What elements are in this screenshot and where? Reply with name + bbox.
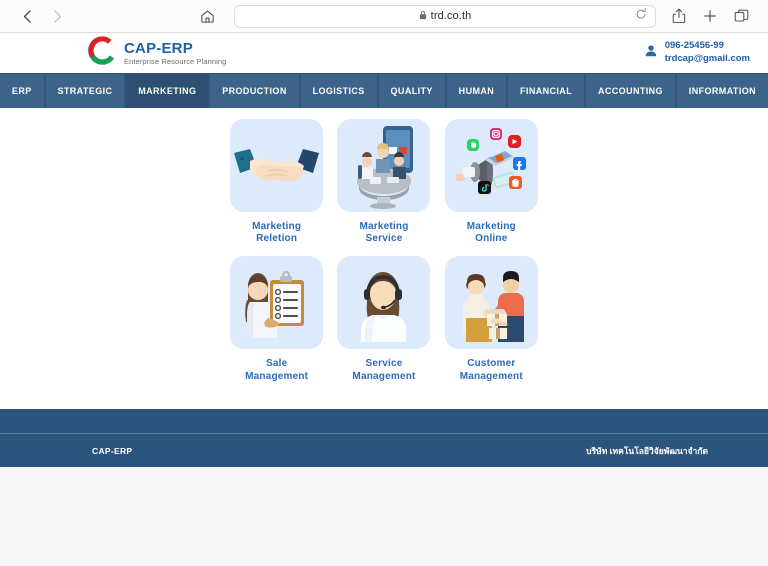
card-tile [337, 256, 431, 350]
web-page: CAP-ERP Enterprise Resource Planning 096… [0, 33, 768, 566]
main-navigation: ERP STRATEGIC MARKETING PRODUCTION LOGIS… [0, 73, 768, 108]
footer-company-name: บริษัท เทคโนโลยีวิจัยพัฒนาจำกัด [586, 445, 708, 456]
address-bar[interactable]: trd.co.th [234, 4, 656, 28]
card-label-line1: Marketing [359, 221, 409, 232]
cap-erp-logo-icon [88, 36, 117, 70]
contact-info: 096-25456-99 trdcap@gmail.com [644, 40, 750, 66]
megaphone-social-icon [444, 119, 538, 212]
footer-brand: CAP-ERP [92, 445, 133, 456]
brand-logo[interactable]: CAP-ERP Enterprise Resource Planning [88, 36, 226, 70]
brand-title: CAP-ERP [124, 39, 193, 57]
card-tile [337, 119, 431, 212]
card-label-line1: Service [365, 358, 403, 370]
card-tile [444, 256, 538, 350]
share-icon[interactable] [666, 8, 692, 24]
home-icon[interactable] [190, 9, 224, 24]
nav-item-strategic[interactable]: STRATEGIC [46, 74, 127, 108]
nav-item-logistics[interactable]: LOGISTICS [301, 74, 379, 108]
card-label-line2: Management [245, 370, 309, 382]
nav-item-erp[interactable]: ERP [0, 74, 46, 108]
tiktok-icon [477, 181, 491, 194]
address-bar-content: trd.co.th [419, 7, 472, 25]
card-service-management[interactable]: Service Management [336, 256, 431, 382]
card-customer-management[interactable]: Customer Management [444, 256, 539, 382]
card-label-line2: Management [352, 370, 416, 382]
card-label-line2: Reletion [256, 233, 298, 245]
card-label-line1: Sale [265, 358, 288, 370]
nav-item-quality[interactable]: QUALITY [379, 74, 447, 108]
card-label: Customer Management [460, 358, 523, 382]
brand-text: CAP-ERP Enterprise Resource Planning [124, 41, 226, 66]
card-label: Service Management [352, 358, 415, 382]
card-tile [230, 119, 324, 212]
lock-icon [419, 7, 427, 25]
nav-item-accounting[interactable]: ACCOUNTING [586, 74, 677, 108]
new-tab-button[interactable] [697, 9, 723, 23]
card-marketing-service[interactable]: Marketing Service [336, 119, 431, 245]
toolbar-right-icons [666, 8, 754, 24]
clipboard-checklist-icon [230, 256, 324, 350]
card-label-line2: Online [475, 233, 508, 245]
meeting-table-icon [337, 119, 431, 212]
site-header: CAP-ERP Enterprise Resource Planning 096… [0, 33, 768, 73]
module-grid: Marketing Reletion Marketing Service Mar… [229, 119, 539, 383]
nav-item-human[interactable]: HUMAN [447, 74, 509, 108]
address-bar-url: trd.co.th [430, 10, 472, 22]
card-marketing-reletion[interactable]: Marketing Reletion [229, 119, 324, 245]
nav-item-financial[interactable]: FINANCIAL [508, 74, 587, 108]
card-label-line1: Marketing [252, 221, 302, 232]
nav-item-marketing[interactable]: MARKETING [126, 74, 211, 108]
tabs-overview-button[interactable] [728, 9, 754, 24]
card-label: Sale Management [245, 358, 308, 382]
nav-item-production[interactable]: PRODUCTION [210, 74, 301, 108]
card-label-line2: Management [459, 370, 523, 382]
customer-handshake-icon [444, 256, 538, 350]
card-sale-management[interactable]: Sale Management [229, 256, 324, 382]
page-background-area [0, 467, 768, 566]
user-contact-icon [644, 44, 658, 63]
back-button[interactable] [12, 9, 42, 24]
card-tile [444, 119, 538, 212]
contact-lines: 096-25456-99 trdcap@gmail.com [665, 40, 750, 66]
footer-bar: CAP-ERP บริษัท เทคโนโลยีวิจัยพัฒนาจำกัด [0, 433, 768, 467]
main-content: Marketing Reletion Marketing Service Mar… [0, 108, 768, 409]
instagram-icon [489, 128, 502, 140]
card-label: Marketing Reletion [252, 221, 301, 245]
handshake-icon [230, 119, 324, 212]
card-label: Marketing Service [359, 221, 408, 245]
forward-button[interactable] [42, 9, 72, 24]
card-marketing-online[interactable]: Marketing Online [444, 119, 539, 245]
footer-upper-band [0, 409, 768, 433]
contact-email[interactable]: trdcap@gmail.com [665, 53, 750, 66]
brand-subtitle: Enterprise Resource Planning [124, 56, 227, 66]
card-tile [230, 256, 324, 350]
card-label-line2: Service [365, 233, 403, 245]
nav-item-information[interactable]: INFORMATION [677, 74, 768, 108]
reload-icon[interactable] [635, 7, 647, 25]
card-label-line1: Customer [467, 358, 516, 370]
browser-toolbar: trd.co.th [0, 0, 768, 33]
card-label-line1: Marketing [466, 221, 516, 232]
headset-agent-icon [337, 256, 431, 350]
contact-phone[interactable]: 096-25456-99 [665, 40, 750, 53]
card-label: Marketing Online [467, 221, 516, 245]
